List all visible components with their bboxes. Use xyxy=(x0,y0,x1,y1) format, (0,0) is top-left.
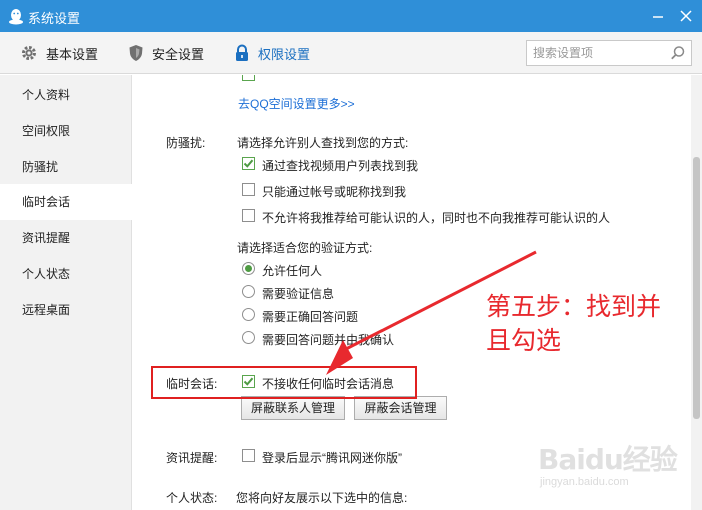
sidebar-item-label: 个人资料 xyxy=(22,88,71,102)
penguin-logo-icon xyxy=(9,9,23,25)
verify-need-message-radio[interactable] xyxy=(242,285,255,298)
sidebar-item-profile[interactable]: 个人资料 xyxy=(0,77,132,113)
checkmark-icon xyxy=(243,377,254,386)
search-input[interactable] xyxy=(533,41,669,65)
verify-answer-confirm-radio[interactable] xyxy=(242,331,255,344)
find-method-prompt: 请选择允许别人查找到您的方式: xyxy=(237,136,409,150)
title-bar: 系统设置 xyxy=(0,0,702,32)
verify-method-prompt: 请选择适合您的验证方式: xyxy=(237,241,373,255)
search-icon[interactable] xyxy=(670,45,686,61)
show-mini-news-label: 登录后显示“腾讯网迷你版” xyxy=(262,451,402,465)
sidebar-item-personal-status[interactable]: 个人状态 xyxy=(0,256,132,292)
close-icon xyxy=(680,10,692,22)
find-by-account-only-checkbox[interactable] xyxy=(242,183,255,196)
verify-allow-anyone-radio[interactable] xyxy=(242,262,255,275)
tab-label: 基本设置 xyxy=(46,46,99,62)
sidebar-item-space-permission[interactable]: 空间权限 xyxy=(0,113,132,149)
checkmark-icon xyxy=(243,159,254,168)
verify-correct-answer-label: 需要正确回答问题 xyxy=(262,310,359,324)
sidebar-item-label: 资讯提醒 xyxy=(22,231,71,245)
sidebar-item-label: 远程桌面 xyxy=(22,303,71,317)
temp-session-label: 临时会话: xyxy=(166,377,218,391)
sidebar-item-remote-desktop[interactable]: 远程桌面 xyxy=(0,292,132,328)
annotation-line-1: 第五步：找到并 xyxy=(486,292,662,321)
sidebar: 个人资料 空间权限 防骚扰 临时会话 资讯提醒 个人状态 远程桌面 xyxy=(0,75,132,510)
blocked-sessions-button[interactable]: 屏蔽会话管理 xyxy=(354,396,447,420)
lock-icon xyxy=(236,44,248,61)
qzone-settings-link[interactable]: 去QQ空间设置更多>> xyxy=(238,95,355,112)
sidebar-item-label: 临时会话 xyxy=(22,195,71,209)
sidebar-item-label: 个人状态 xyxy=(22,267,71,281)
settings-toolbar: 基本设置 安全设置 权限设置 xyxy=(0,32,702,74)
shield-icon xyxy=(129,45,143,61)
settings-search xyxy=(526,40,692,66)
block-temp-session-label: 不接收任何临时会话消息 xyxy=(262,377,395,391)
sidebar-item-news-reminder[interactable]: 资讯提醒 xyxy=(0,220,132,256)
verify-correct-answer-radio[interactable] xyxy=(242,308,255,321)
show-mini-news-checkbox[interactable] xyxy=(242,449,255,462)
clipped-checkbox[interactable] xyxy=(242,75,255,81)
tab-permission-settings[interactable]: 权限设置 xyxy=(234,42,310,64)
close-button[interactable] xyxy=(676,6,696,26)
verify-answer-confirm-label: 需要回答问题并由我确认 xyxy=(262,333,395,347)
window-title: 系统设置 xyxy=(28,11,81,26)
find-by-video-list-checkbox[interactable] xyxy=(242,157,255,170)
tab-security-settings[interactable]: 安全设置 xyxy=(128,42,204,64)
scrollbar-thumb[interactable] xyxy=(693,157,700,419)
sidebar-item-label: 空间权限 xyxy=(22,124,71,138)
sidebar-item-temp-session[interactable]: 临时会话 xyxy=(0,184,132,220)
verify-allow-anyone-label: 允许任何人 xyxy=(262,264,323,278)
annotation-line-2: 且勾选 xyxy=(486,326,562,355)
minimize-icon xyxy=(653,16,663,18)
find-by-video-list-label: 通过查找视频用户列表找到我 xyxy=(262,159,419,173)
anti-harassment-label: 防骚扰: xyxy=(166,136,206,150)
gear-icon xyxy=(22,46,36,60)
tab-label: 权限设置 xyxy=(258,46,311,62)
sidebar-item-label: 防骚扰 xyxy=(22,160,59,174)
watermark-brand: Baidu经验 xyxy=(538,443,678,476)
no-recommend-label: 不允许将我推荐给可能认识的人，同时也不向我推荐可能认识的人 xyxy=(262,211,611,225)
tab-label: 安全设置 xyxy=(152,46,205,62)
verify-need-message-label: 需要验证信息 xyxy=(262,287,335,301)
baidu-watermark: Baidu经验 jingyan.baidu.com xyxy=(536,438,696,496)
blocked-contacts-button[interactable]: 屏蔽联系人管理 xyxy=(241,396,345,420)
find-by-account-only-label: 只能通过帐号或昵称找到我 xyxy=(262,185,407,199)
sidebar-item-anti-harassment[interactable]: 防骚扰 xyxy=(0,149,132,185)
personal-status-text: 您将向好友展示以下选中的信息: xyxy=(236,491,408,505)
watermark-url: jingyan.baidu.com xyxy=(540,476,629,488)
step-annotation: 第五步：找到并 且勾选 xyxy=(486,290,696,358)
block-temp-session-checkbox[interactable] xyxy=(242,375,255,388)
news-reminder-label: 资讯提醒: xyxy=(166,451,218,465)
minimize-button[interactable] xyxy=(648,6,668,26)
no-recommend-checkbox[interactable] xyxy=(242,209,255,222)
personal-status-label: 个人状态: xyxy=(166,491,218,505)
tab-basic-settings[interactable]: 基本设置 xyxy=(20,42,98,64)
